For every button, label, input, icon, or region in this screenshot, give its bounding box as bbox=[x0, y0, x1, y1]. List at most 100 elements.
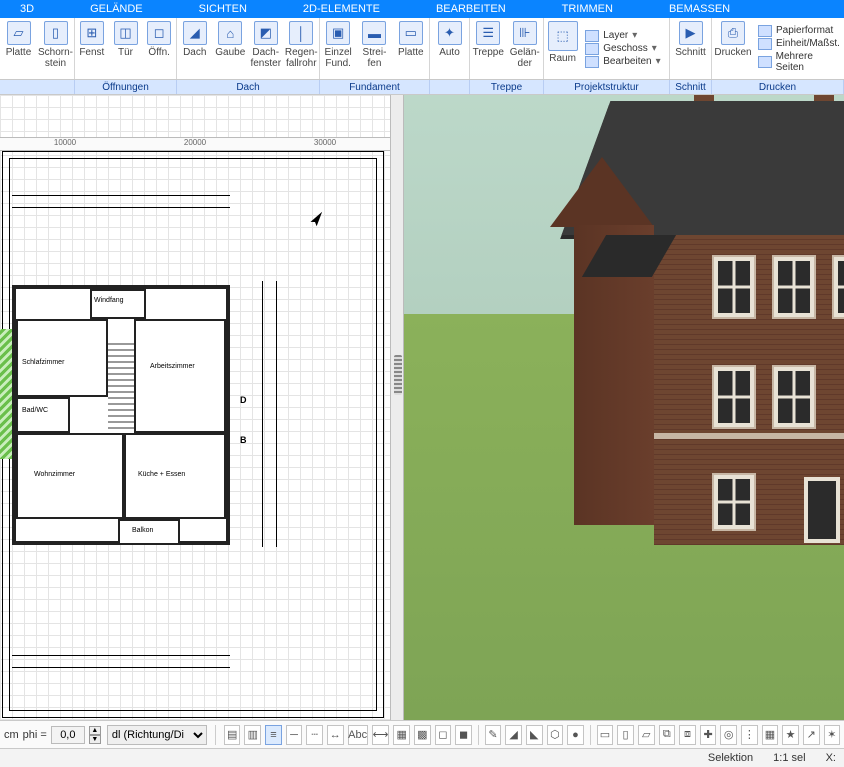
group-label: Öffnungen bbox=[75, 80, 177, 94]
more-button[interactable]: ┄ bbox=[306, 725, 323, 745]
target-button[interactable]: ◎ bbox=[720, 725, 737, 745]
group-label: Dach bbox=[177, 80, 320, 94]
group-label bbox=[0, 80, 75, 94]
menu-gelaende[interactable]: GELÄNDE bbox=[90, 3, 143, 15]
magic-button[interactable]: ★ bbox=[782, 725, 799, 745]
dach-button[interactable]: ◢Dach bbox=[177, 18, 213, 79]
direction-select[interactable]: dl (Richtung/Di bbox=[107, 725, 207, 745]
fenster-button[interactable]: ⊞Fenst bbox=[75, 18, 109, 79]
cross-button[interactable]: ✚ bbox=[700, 725, 717, 745]
view3-button[interactable]: ▱ bbox=[638, 725, 655, 745]
window-icon bbox=[714, 475, 754, 529]
dim-line bbox=[262, 281, 263, 547]
room-schlafzimmer[interactable] bbox=[16, 319, 108, 397]
ruler: 10000 20000 30000 bbox=[0, 137, 390, 151]
window-icon bbox=[714, 257, 754, 317]
unit-label: cm bbox=[4, 729, 19, 741]
treppe-button[interactable]: ☰Treppe bbox=[470, 18, 507, 79]
auto-button[interactable]: ✦Auto bbox=[430, 18, 469, 79]
room-arbeitszimmer[interactable] bbox=[134, 319, 226, 433]
align-button[interactable]: ≡ bbox=[265, 725, 282, 745]
dots-button[interactable]: ⋮ bbox=[741, 725, 758, 745]
geschoss-dropdown[interactable]: Geschoss▾ bbox=[585, 43, 665, 55]
viewport-2d[interactable]: 10000 20000 30000 Windfang Schlafzimmer bbox=[0, 95, 390, 720]
hex-button[interactable]: ⬡ bbox=[547, 725, 564, 745]
section-marker-b: B bbox=[240, 435, 247, 445]
layer-dropdown[interactable]: Layer▾ bbox=[585, 30, 665, 42]
layer-b-button[interactable]: ▥ bbox=[244, 725, 261, 745]
menu-sichten[interactable]: SICHTEN bbox=[199, 3, 247, 15]
spin-down-icon[interactable]: ▼ bbox=[89, 735, 101, 744]
menu-bemassen[interactable]: BEMASSEN bbox=[669, 3, 730, 15]
view2-button[interactable]: ▯ bbox=[617, 725, 634, 745]
menu-2d[interactable]: 2D-ELEMENTE bbox=[303, 3, 380, 15]
sq2-button[interactable]: ◼ bbox=[455, 725, 472, 745]
einheit-button[interactable]: Einheit/Maßst. bbox=[758, 38, 842, 50]
bearbeiten-dropdown[interactable]: Bearbeiten▾ bbox=[585, 56, 665, 68]
grid-button[interactable]: ▦ bbox=[762, 725, 779, 745]
streifenfund-button[interactable]: ▬Strei- fen bbox=[356, 18, 392, 79]
house-model bbox=[454, 115, 844, 565]
tuer-button[interactable]: ◫Tür bbox=[109, 18, 143, 79]
dim-line bbox=[12, 195, 230, 196]
room-label: Windfang bbox=[94, 297, 124, 305]
room-label: Bad/WC bbox=[22, 407, 48, 415]
grid1-button[interactable]: ▦ bbox=[393, 725, 410, 745]
status-x: X: bbox=[826, 752, 836, 764]
sq1-button[interactable]: ◻ bbox=[435, 725, 452, 745]
roofs2-button[interactable]: ◣ bbox=[526, 725, 543, 745]
mehrere-seiten-button[interactable]: Mehrere Seiten bbox=[758, 51, 842, 73]
section-marker-d: D bbox=[240, 395, 247, 405]
phi-stepper[interactable]: ▲ ▼ bbox=[89, 726, 101, 744]
group-label bbox=[430, 80, 470, 94]
platte-button[interactable]: ▱Platte bbox=[0, 18, 37, 79]
ruler-button[interactable]: ⟷ bbox=[372, 725, 390, 745]
roof-button[interactable]: ◢ bbox=[505, 725, 522, 745]
phi-input[interactable] bbox=[51, 726, 85, 744]
view5-button[interactable]: ⧈ bbox=[679, 725, 696, 745]
ribbon-group-labels: Öffnungen Dach Fundament Treppe Projekts… bbox=[0, 80, 844, 95]
floor-plan[interactable]: Windfang Schlafzimmer Bad/WC Arbeitszimm… bbox=[12, 285, 230, 545]
viewport-3d[interactable] bbox=[404, 95, 844, 720]
dachfenster-button[interactable]: ◩Dach- fenster bbox=[248, 18, 284, 79]
arrow-button[interactable]: ↗ bbox=[803, 725, 820, 745]
schornstein-button[interactable]: ▯Schorn- stein bbox=[37, 18, 74, 79]
papierformat-button[interactable]: Papierformat bbox=[758, 25, 842, 37]
room-bad[interactable] bbox=[16, 397, 70, 433]
group-label: Fundament bbox=[320, 80, 430, 94]
status-selection: Selektion bbox=[708, 752, 753, 764]
star-button[interactable]: ✶ bbox=[824, 725, 841, 745]
group-label: Projektstruktur bbox=[544, 80, 670, 94]
layer-a-button[interactable]: ▤ bbox=[224, 725, 241, 745]
ball-button[interactable]: ● bbox=[567, 725, 584, 745]
tool-icons: ▤▥≡─┄↔Abc⟷▦▩◻◼✎◢◣⬡●▭▯▱⧉⧈✚◎⋮▦★↗✶ bbox=[224, 725, 840, 745]
drucken-button[interactable]: ⎙Drucken bbox=[712, 18, 754, 79]
pen-button[interactable]: ✎ bbox=[485, 725, 502, 745]
phi-label: phi = bbox=[23, 729, 47, 741]
einzelfund-button[interactable]: ▣Einzel Fund. bbox=[320, 18, 356, 79]
lines-button[interactable]: ─ bbox=[286, 725, 303, 745]
gelaender-button[interactable]: ⊪Gelän- der bbox=[507, 18, 544, 79]
dim-button[interactable]: ↔ bbox=[327, 725, 344, 745]
raum-button[interactable]: ⬚Raum bbox=[544, 18, 581, 79]
room-label: Balkon bbox=[132, 527, 153, 535]
grid2-button[interactable]: ▩ bbox=[414, 725, 431, 745]
ribbon: ▱Platte ▯Schorn- stein ⊞Fenst ◫Tür ◻Öffn… bbox=[0, 18, 844, 80]
viewport-splitter[interactable] bbox=[390, 95, 404, 720]
view1-button[interactable]: ▭ bbox=[597, 725, 614, 745]
window-icon bbox=[774, 257, 814, 317]
menu-bearbeiten[interactable]: BEARBEITEN bbox=[436, 3, 506, 15]
schnitt-button[interactable]: ▶Schnitt bbox=[670, 18, 711, 79]
menu-trimmen[interactable]: TRIMMEN bbox=[562, 3, 613, 15]
view4-button[interactable]: ⧉ bbox=[659, 725, 676, 745]
oeffnung-button[interactable]: ◻Öffn. bbox=[142, 18, 176, 79]
gaube-button[interactable]: ⌂Gaube bbox=[213, 18, 249, 79]
fundplatte-button[interactable]: ▭Platte bbox=[393, 18, 429, 79]
window-icon bbox=[774, 367, 814, 427]
menu-3d[interactable]: 3D bbox=[20, 3, 34, 15]
regenfallrohr-button[interactable]: │Regen- fallrohr bbox=[284, 18, 320, 79]
bottom-toolbar: cm phi = ▲ ▼ dl (Richtung/Di ▤▥≡─┄↔Abc⟷▦… bbox=[0, 720, 844, 748]
abc-button[interactable]: Abc bbox=[348, 725, 368, 745]
spin-up-icon[interactable]: ▲ bbox=[89, 726, 101, 735]
gable bbox=[550, 157, 654, 227]
